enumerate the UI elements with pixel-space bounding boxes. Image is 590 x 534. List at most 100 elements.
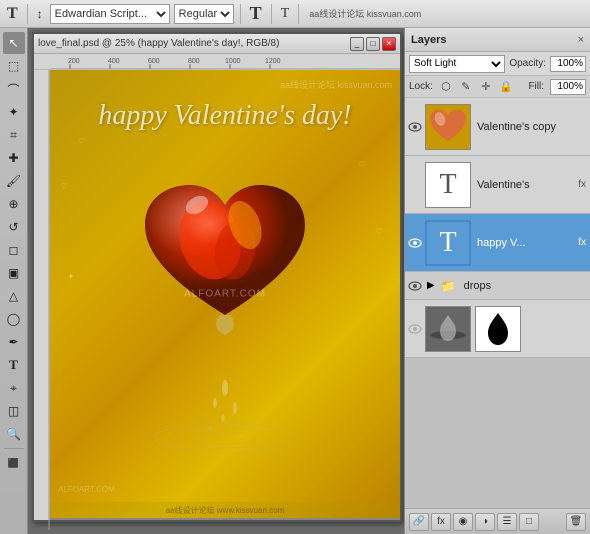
layers-list: Valentine's copy T Valentine's fx (405, 98, 590, 508)
layers-panel-header: Layers × (405, 28, 590, 52)
brush-tool[interactable]: 🖌 (3, 170, 25, 192)
eraser-tool[interactable]: ◻ (3, 239, 25, 261)
opacity-label: Opacity: (509, 58, 546, 69)
history-brush-tool[interactable]: ↺ (3, 216, 25, 238)
select-tool[interactable]: ⬚ (3, 55, 25, 77)
layer-name-happy-valentines: happy V... (477, 237, 574, 249)
heart-svg (125, 150, 325, 350)
antialiasing-label: aa线设计论坛 kissvuan.com (309, 7, 421, 20)
layer-fx-happy-valentines[interactable]: fx (576, 236, 588, 249)
layer-name-area-valentines-copy: Valentine's copy (473, 121, 588, 133)
canvas-container: love_final.psd @ 25% (happy Valentine's … (28, 28, 404, 534)
bottom-watermark: aa线设计论坛 www.kissvuan.com (166, 505, 285, 516)
layers-panel-title: Layers (411, 34, 446, 46)
zoom-tool[interactable]: 🔍 (3, 423, 25, 445)
fill-input[interactable] (550, 79, 586, 95)
clone-tool[interactable]: ⊕ (3, 193, 25, 215)
blend-mode-row: Soft Light Opacity: (405, 52, 590, 76)
layer-valentines-text[interactable]: T Valentine's fx (405, 156, 590, 214)
lock-row: Lock: ⬡ ✎ ✛ 🔒 Fill: (405, 76, 590, 98)
top-toolbar: T ↕ Edwardian Script... Regular T T aa线设… (0, 0, 590, 28)
sparkle-1: ♡ (78, 137, 85, 146)
sparkle-5: ♡ (375, 227, 382, 236)
sep3 (271, 4, 272, 24)
heal-tool[interactable]: ✚ (3, 147, 25, 169)
layer-thumb-drops-img (425, 306, 471, 352)
opacity-input[interactable] (550, 56, 586, 72)
lock-move-btn[interactable]: ✛ (479, 80, 493, 94)
new-fill-adj-btn[interactable]: ◑ (475, 513, 495, 531)
watermark-bottom-left: ALFOART.COM (58, 485, 115, 494)
type-tool[interactable]: T (3, 354, 25, 376)
svg-text:200: 200 (68, 58, 80, 65)
document-title: love_final.psd @ 25% (happy Valentine's … (38, 38, 279, 49)
document-titlebar: love_final.psd @ 25% (happy Valentine's … (34, 34, 400, 54)
new-group-btn[interactable]: ☰ (497, 513, 517, 531)
dodge-tool[interactable]: ◯ (3, 308, 25, 330)
lasso-tool[interactable]: ⌒ (3, 78, 25, 100)
ruler-vertical (34, 70, 50, 520)
lock-transparent-btn[interactable]: ⬡ (439, 80, 453, 94)
delete-layer-btn[interactable]: 🗑 (566, 513, 586, 531)
lock-paint-btn[interactable]: ✎ (459, 80, 473, 94)
lock-label: Lock: (409, 81, 433, 92)
heart-image (125, 150, 325, 350)
svg-text:600: 600 (148, 58, 160, 65)
minimize-button[interactable]: _ (350, 37, 364, 51)
layers-panel-close[interactable]: × (578, 34, 584, 46)
new-layer-btn[interactable]: □ (519, 513, 539, 531)
document-window: love_final.psd @ 25% (happy Valentine's … (32, 32, 402, 522)
add-style-btn[interactable]: fx (431, 513, 451, 531)
layer-drops-image[interactable] (405, 300, 590, 358)
add-mask-btn[interactable]: ◉ (453, 513, 473, 531)
sparkle-3: ♡ (120, 115, 127, 124)
layers-bottom-toolbar: 🔗 fx ◉ ◑ ☰ □ 🗑 (405, 508, 590, 534)
layer-thumb-happy-valentines: T (425, 220, 471, 266)
sep1 (27, 4, 28, 24)
folder-arrow[interactable]: ▶ (427, 280, 435, 291)
font-size-button[interactable]: T (247, 2, 265, 25)
pen-tool[interactable]: ✒ (3, 331, 25, 353)
fill-label: Fill: (528, 81, 544, 92)
gradient-tool[interactable]: ▣ (3, 262, 25, 284)
layers-panel: Layers × Soft Light Opacity: Lock: ⬡ ✎ ✛… (404, 28, 590, 534)
blur-tool[interactable]: △ (3, 285, 25, 307)
foreground-color[interactable]: ⬛ (3, 452, 25, 474)
svg-text:1000: 1000 (225, 58, 241, 65)
ruler-horizontal: 200 400 600 800 1000 1200 (34, 54, 400, 70)
layer-name-valentines-copy: Valentine's copy (477, 121, 588, 133)
layer-eye-drops-img[interactable] (407, 321, 423, 337)
layer-fx-valentines-text[interactable]: fx (576, 178, 588, 191)
tool-sep (4, 448, 24, 449)
shape-tool[interactable]: ◫ (3, 400, 25, 422)
layer-drops-folder[interactable]: ▶ 📁 drops (405, 272, 590, 300)
close-button[interactable]: ✕ (382, 37, 396, 51)
lock-all-btn[interactable]: 🔒 (499, 80, 513, 94)
layer-eye-valentines-text[interactable] (407, 177, 423, 193)
layer-eye-valentines-copy[interactable] (407, 119, 423, 135)
link-layers-btn[interactable]: 🔗 (409, 513, 429, 531)
text-layer-T-icon: T (439, 169, 456, 201)
layer-valentines-copy[interactable]: Valentine's copy (405, 98, 590, 156)
sep4 (298, 4, 299, 24)
maximize-button[interactable]: □ (366, 37, 380, 51)
tool-type-button[interactable]: T (4, 4, 21, 24)
layer-eye-happy-valentines[interactable] (407, 235, 423, 251)
path-select-tool[interactable]: ⌖ (3, 377, 25, 399)
layer-eye-drops[interactable] (407, 278, 423, 294)
layer-happy-valentines[interactable]: T happy V... fx (405, 214, 590, 272)
canvas-image[interactable]: happy Valentine's day! aa线设计论坛 kissvuan.… (50, 70, 400, 518)
canvas-art: happy Valentine's day! aa线设计论坛 kissvuan.… (50, 70, 400, 518)
crop-tool[interactable]: ⌗ (3, 124, 25, 146)
font-size-icon-button[interactable]: ↕ (34, 6, 46, 22)
text-layer-T-selected-icon: T (439, 227, 456, 259)
water-drops-svg (145, 358, 305, 458)
blend-mode-select[interactable]: Soft Light (409, 55, 505, 73)
font-family-select[interactable]: Edwardian Script... (50, 4, 170, 24)
magic-wand-tool[interactable]: ✦ (3, 101, 25, 123)
layer-name-area-drops: drops (460, 280, 588, 292)
font-style-select[interactable]: Regular (174, 4, 234, 24)
move-tool[interactable]: ↖ (3, 32, 25, 54)
warp-text-button[interactable]: T (278, 5, 293, 23)
layer-name-drops: drops (464, 280, 588, 292)
